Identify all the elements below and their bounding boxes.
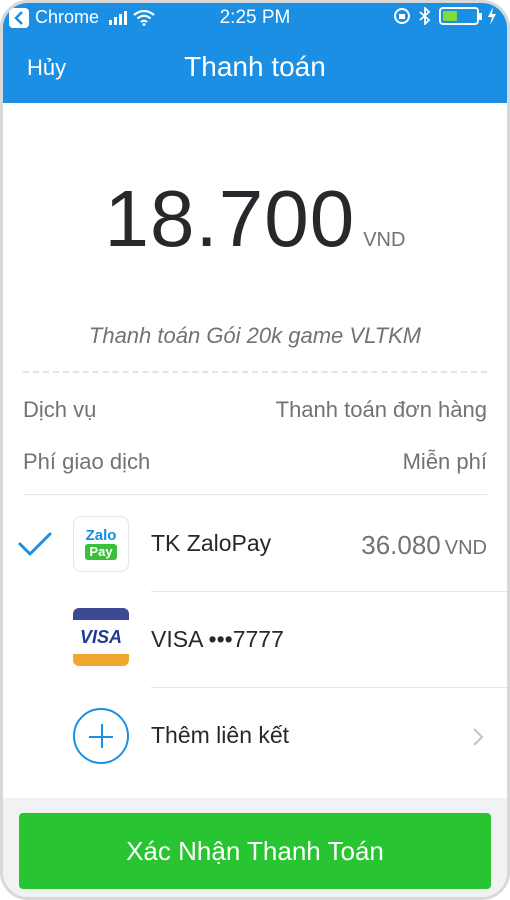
battery-icon bbox=[439, 7, 482, 25]
visa-card-icon: VISA bbox=[73, 608, 129, 666]
method-zalopay[interactable]: Zalo Pay TK ZaloPay 36.080 VND bbox=[3, 496, 507, 592]
method-label: Thêm liên kết bbox=[151, 722, 290, 748]
page-title: Thanh toán bbox=[184, 51, 326, 82]
checkmark-icon bbox=[18, 532, 52, 556]
method-label: TK ZaloPay bbox=[151, 530, 272, 556]
service-row: Dịch vụ Thanh toán đơn hàng bbox=[23, 397, 487, 423]
service-value: Thanh toán đơn hàng bbox=[275, 397, 487, 422]
fee-label: Phí giao dịch bbox=[23, 449, 151, 474]
dashed-divider bbox=[23, 371, 487, 373]
payment-amount: 18.700 VND bbox=[3, 173, 507, 265]
status-bar: Chrome 2:25 PM bbox=[3, 3, 507, 33]
confirm-payment-button[interactable]: Xác Nhận Thanh Toán bbox=[19, 813, 491, 889]
method-label: VISA •••7777 bbox=[151, 626, 284, 652]
add-link-button[interactable]: Thêm liên kết bbox=[3, 688, 507, 784]
fee-row: Phí giao dịch Miễn phí bbox=[23, 449, 487, 475]
service-label: Dịch vụ bbox=[23, 397, 97, 422]
bluetooth-icon bbox=[419, 7, 431, 25]
method-visa[interactable]: VISA VISA •••7777 bbox=[3, 592, 507, 688]
zalopay-logo-icon: Zalo Pay bbox=[73, 516, 129, 572]
phone-screen: Chrome 2:25 PM Hủy Thanh toán 18.700 VND… bbox=[0, 0, 510, 900]
orientation-lock-icon bbox=[394, 8, 410, 24]
amount-currency: VND bbox=[363, 229, 406, 251]
zalopay-balance: 36.080 VND bbox=[361, 530, 487, 560]
status-right bbox=[393, 7, 497, 25]
charging-icon bbox=[488, 7, 496, 25]
fee-value: Miễn phí bbox=[402, 449, 487, 474]
payment-description: Thanh toán Gói 20k game VLTKM bbox=[88, 323, 422, 348]
amount-value: 18.700 bbox=[104, 174, 356, 263]
section-divider bbox=[23, 494, 487, 495]
top-bar: Chrome 2:25 PM Hủy Thanh toán bbox=[3, 3, 507, 103]
chevron-right-icon bbox=[473, 728, 484, 746]
plus-circle-icon bbox=[73, 708, 129, 764]
